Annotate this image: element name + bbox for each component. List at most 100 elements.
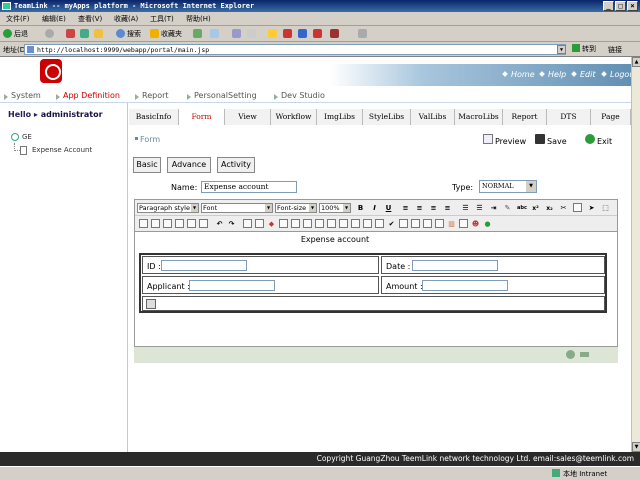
picture-icon[interactable] xyxy=(411,219,420,228)
font-select[interactable]: Font ▼ xyxy=(201,203,273,213)
chart-icon[interactable]: ▥ xyxy=(447,220,456,229)
history-icon[interactable] xyxy=(210,29,219,38)
subform-icon[interactable] xyxy=(339,219,348,228)
refresh-icon[interactable] xyxy=(80,29,89,38)
chevron-down-icon[interactable]: ▼ xyxy=(557,45,566,54)
nav-system[interactable]: System xyxy=(11,91,41,100)
paragraph-style-select[interactable]: Paragraph style ▼ xyxy=(137,203,199,213)
redo-icon[interactable]: ↷ xyxy=(227,220,236,229)
favorites-icon[interactable] xyxy=(150,29,159,38)
maximize-button[interactable]: □ xyxy=(615,1,626,11)
home-link[interactable]: Home xyxy=(511,70,535,79)
scroll-up-icon[interactable]: ▲ xyxy=(632,57,640,67)
media-icon[interactable] xyxy=(193,29,202,38)
tool-icon-1[interactable] xyxy=(283,29,292,38)
home-icon[interactable] xyxy=(94,29,103,38)
image-icon[interactable] xyxy=(573,203,582,212)
menu-file[interactable]: 文件(F) xyxy=(6,14,30,24)
form-design-area[interactable]: Expense account ID : Date : Applicant : … xyxy=(135,232,617,346)
tool-icon-4[interactable] xyxy=(330,29,339,38)
nav-report[interactable]: Report xyxy=(142,91,169,100)
delete-row-icon[interactable] xyxy=(175,219,184,228)
tag-icon[interactable]: ◆ xyxy=(267,220,276,229)
subtab-activity[interactable]: Activity xyxy=(217,157,255,173)
help-link[interactable]: Help xyxy=(548,70,566,79)
tree-item-expense-account[interactable]: Expense Account xyxy=(32,146,92,154)
tab-macrolibs[interactable]: MacroLibs xyxy=(455,109,503,125)
frame-icon[interactable] xyxy=(459,219,468,228)
links-button[interactable]: 链接 xyxy=(608,45,622,55)
checkbox-icon[interactable] xyxy=(375,219,384,228)
attachment-icon[interactable] xyxy=(351,219,360,228)
pointer-icon[interactable]: ➤ xyxy=(587,204,596,213)
amount-input[interactable] xyxy=(422,280,508,291)
tab-view[interactable]: View xyxy=(225,109,271,125)
add-icon[interactable]: ● xyxy=(483,220,492,229)
url-input[interactable]: http://localhost:9999/webapp/portal/main… xyxy=(24,44,566,55)
tab-imglibs[interactable]: ImgLibs xyxy=(317,109,363,125)
tree-root[interactable]: GE xyxy=(22,133,32,141)
select-field-icon[interactable] xyxy=(291,219,300,228)
minimize-button[interactable]: _ xyxy=(603,1,614,11)
menu-tools[interactable]: 工具(T) xyxy=(150,14,174,24)
mail-icon[interactable] xyxy=(232,29,241,38)
tab-page[interactable]: Page xyxy=(591,109,631,125)
user-icon[interactable]: ☻ xyxy=(471,220,480,229)
italic-button[interactable]: I xyxy=(370,204,379,213)
close-button[interactable]: × xyxy=(627,1,638,11)
scroll-down-icon[interactable]: ▼ xyxy=(632,442,640,452)
list-field-icon[interactable] xyxy=(303,219,312,228)
button-field-icon[interactable] xyxy=(146,299,156,309)
radio-icon[interactable] xyxy=(279,219,288,228)
align-right-icon[interactable]: ≡ xyxy=(429,204,438,213)
align-center-icon[interactable]: ≡ xyxy=(415,204,424,213)
name-input[interactable]: Expense account xyxy=(201,181,297,193)
tool-icon-3[interactable] xyxy=(313,29,322,38)
justify-icon[interactable]: ≡ xyxy=(443,204,452,213)
tool-icon-2[interactable] xyxy=(298,29,307,38)
textfield-icon[interactable] xyxy=(243,219,252,228)
insert-col-icon[interactable] xyxy=(163,219,172,228)
subtab-advance[interactable]: Advance xyxy=(167,157,211,173)
calc-field-icon[interactable] xyxy=(363,219,372,228)
back-icon[interactable] xyxy=(3,29,12,38)
menu-view[interactable]: 查看(V) xyxy=(78,14,102,24)
insert-row-icon[interactable] xyxy=(151,219,160,228)
edit-link[interactable]: Edit xyxy=(580,70,596,79)
grid-icon[interactable] xyxy=(399,219,408,228)
font-size-select[interactable]: Font-size ▼ xyxy=(275,203,317,213)
add-row-icon[interactable] xyxy=(566,350,575,359)
print-icon[interactable] xyxy=(247,29,256,38)
menu-help[interactable]: 帮助(H) xyxy=(186,14,211,24)
indent-icon[interactable]: ⇥ xyxy=(489,204,498,213)
view-icon[interactable] xyxy=(423,219,432,228)
cut-icon[interactable]: ✂ xyxy=(559,204,568,213)
folder-icon[interactable] xyxy=(268,29,277,38)
select-icon[interactable]: ⬚ xyxy=(601,204,610,213)
tab-form[interactable]: Form xyxy=(179,109,225,125)
type-select[interactable]: NORMAL ▼ xyxy=(479,180,537,193)
numbered-list-icon[interactable]: ☰ xyxy=(461,204,470,213)
button-field-icon[interactable] xyxy=(327,219,336,228)
stop-icon[interactable] xyxy=(66,29,75,38)
merge-cells-icon[interactable] xyxy=(187,219,196,228)
tab-dts[interactable]: DTS xyxy=(547,109,591,125)
zoom-select[interactable]: 100% ▼ xyxy=(319,203,351,213)
favorites-label[interactable]: 收藏夹 xyxy=(161,29,182,39)
tab-stylelibs[interactable]: StyleLibs xyxy=(363,109,411,125)
menu-favorites[interactable]: 收藏(A) xyxy=(114,14,138,24)
bullet-list-icon[interactable]: ☰ xyxy=(475,204,484,213)
brush-icon[interactable]: ✎ xyxy=(503,204,512,213)
strike-icon[interactable]: abc xyxy=(517,204,527,213)
check-icon[interactable]: ✔ xyxy=(387,220,396,229)
messenger-icon[interactable] xyxy=(358,29,367,38)
nav-dev-studio[interactable]: Dev Studio xyxy=(281,91,325,100)
bold-button[interactable]: B xyxy=(356,204,365,213)
tab-workflow[interactable]: Workflow xyxy=(271,109,317,125)
split-cells-icon[interactable] xyxy=(199,219,208,228)
remove-row-icon[interactable] xyxy=(580,352,589,357)
underline-button[interactable]: U xyxy=(384,204,393,213)
search-label[interactable]: 搜索 xyxy=(127,29,141,39)
date-field-icon[interactable] xyxy=(315,219,324,228)
superscript-icon[interactable]: x² xyxy=(531,204,540,213)
